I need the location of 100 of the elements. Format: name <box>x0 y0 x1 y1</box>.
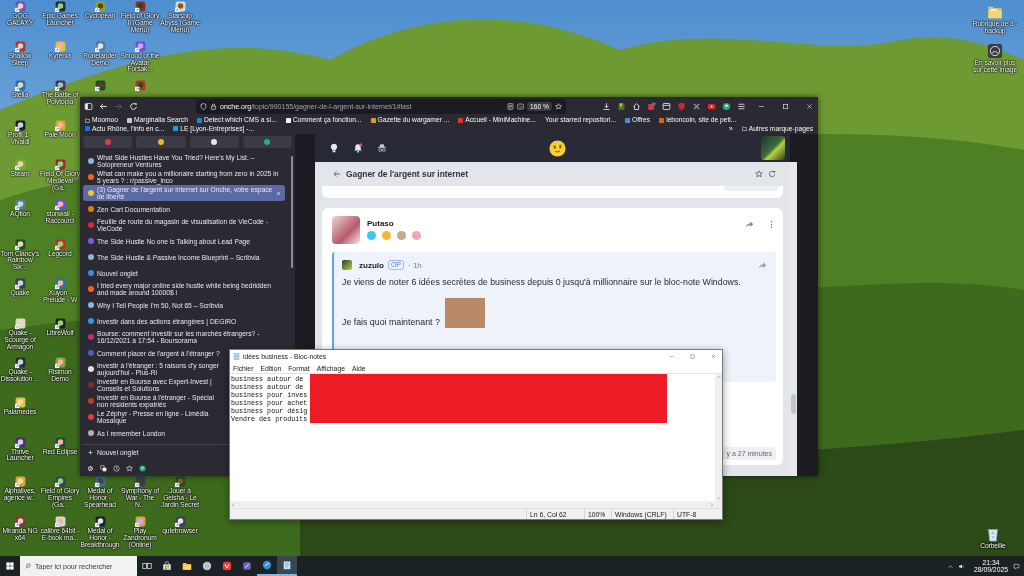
notepad-icon <box>233 353 240 360</box>
avatar-placeholder[interactable] <box>332 216 360 244</box>
windows-start-icon[interactable] <box>6 562 14 570</box>
app-icon <box>54 80 66 92</box>
app-shortcut-icon[interactable] <box>134 80 146 92</box>
download-icon[interactable] <box>602 102 611 111</box>
app-icon <box>94 1 106 12</box>
window-icon[interactable] <box>662 102 671 111</box>
app-icon <box>94 40 106 52</box>
minimize-icon[interactable] <box>757 103 765 110</box>
taskbar-button[interactable] <box>277 556 297 576</box>
app-icon <box>14 1 26 12</box>
profile-icon[interactable] <box>139 464 146 472</box>
notepad-icon <box>282 560 292 570</box>
app-icon <box>174 515 186 527</box>
folder-icon <box>741 126 747 132</box>
app-icon <box>54 198 66 210</box>
folder-icon <box>85 117 90 123</box>
incognito-icon[interactable] <box>377 143 387 153</box>
reload-icon[interactable] <box>129 102 138 111</box>
app-icon <box>134 476 146 488</box>
app-icon <box>54 40 66 52</box>
author-name[interactable]: zuzulo <box>359 260 384 270</box>
pinned-tab[interactable] <box>136 136 186 148</box>
browser-logo-icon <box>262 560 272 570</box>
scrollbar-thumb[interactable] <box>291 156 293 268</box>
smiley-face-icon[interactable] <box>548 139 566 157</box>
extension-icon[interactable] <box>647 102 656 111</box>
app-icon <box>174 476 186 488</box>
app-icon <box>94 515 106 527</box>
app-icon <box>54 159 66 171</box>
app-icon <box>14 436 26 448</box>
app-icon <box>54 1 66 12</box>
screenshot-icon[interactable] <box>517 103 525 110</box>
reader-view-icon[interactable] <box>507 103 515 110</box>
app-icon <box>14 40 26 52</box>
app-icon <box>14 278 26 290</box>
menu-icon[interactable] <box>737 102 746 111</box>
tabs-icon[interactable] <box>100 464 107 472</box>
app-icon <box>54 476 66 488</box>
message-text: Je fais quoi maintenant ? <box>342 316 440 328</box>
pinned-tab[interactable] <box>242 136 292 148</box>
post-time: · 1h <box>408 260 422 270</box>
scrollbar-track[interactable] <box>790 162 797 476</box>
app-icon <box>14 159 26 171</box>
app-icon <box>54 238 66 250</box>
author-name[interactable]: Putaso <box>367 219 421 228</box>
profile-icon[interactable] <box>722 102 731 111</box>
star-icon[interactable] <box>755 170 763 178</box>
history-icon[interactable] <box>113 464 120 472</box>
lock-icon[interactable] <box>210 103 217 110</box>
search-icon <box>25 563 31 569</box>
avatar-placeholder[interactable] <box>342 260 352 270</box>
app-icon <box>54 436 66 448</box>
app-icon <box>54 515 66 527</box>
sidebar-toggle-icon[interactable] <box>84 102 93 111</box>
task-view-icon <box>142 561 152 571</box>
app-icon <box>14 238 26 250</box>
bell-icon[interactable] <box>353 143 363 153</box>
app-icon <box>14 515 26 527</box>
bookmark-icon[interactable] <box>617 102 626 111</box>
app-icon <box>14 198 26 210</box>
app-shortcut-icon[interactable] <box>94 80 106 92</box>
app-icon <box>134 1 146 12</box>
play-icon[interactable] <box>707 102 716 111</box>
message-text: Je viens de noter 6 idées secrètes de business depuis 0 jusqu'à millionnaire sur le bloc-note Windows. <box>342 276 742 288</box>
share-icon[interactable] <box>745 220 754 229</box>
app-icon <box>54 119 66 131</box>
shield-icon[interactable] <box>200 103 207 110</box>
photo-placeholder <box>444 298 485 328</box>
folder-icon <box>182 561 192 571</box>
app-icon <box>54 357 66 369</box>
cross-icon[interactable] <box>692 102 701 111</box>
app-icon <box>242 561 252 571</box>
app-icon <box>94 476 106 488</box>
recycle-bin-icon <box>985 526 1001 543</box>
app-icon <box>174 1 186 12</box>
browser-logo-icon <box>222 561 232 571</box>
app-icon <box>14 396 26 408</box>
app-icon <box>14 80 26 92</box>
notification-icon[interactable] <box>1013 562 1020 570</box>
avatar-placeholder[interactable] <box>761 136 785 160</box>
close-icon[interactable] <box>710 354 716 359</box>
topic-title: Gagner de l'argent sur internet <box>346 169 469 179</box>
shopping-bag-icon <box>162 561 172 571</box>
settings-icon[interactable] <box>87 464 94 472</box>
chevron-up-icon[interactable] <box>946 562 954 570</box>
app-icon <box>134 515 146 527</box>
app-icon <box>14 476 26 488</box>
app-icon <box>134 40 146 52</box>
globe-icon <box>202 561 212 571</box>
shield-icon[interactable] <box>677 102 686 111</box>
light-bulb-icon[interactable] <box>329 143 339 153</box>
plus-icon <box>88 450 93 455</box>
speaker-icon[interactable] <box>957 562 965 570</box>
refresh-icon[interactable] <box>768 170 776 178</box>
scrollbar-thumb[interactable] <box>791 394 796 414</box>
pinned-tab[interactable] <box>189 136 239 148</box>
app-icon <box>54 278 66 290</box>
home-icon[interactable] <box>632 102 641 111</box>
